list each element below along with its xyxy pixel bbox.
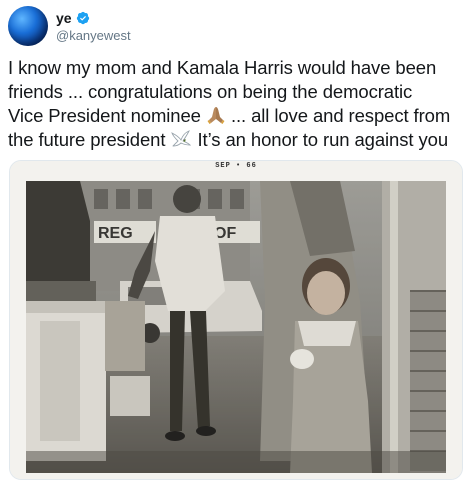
avatar[interactable] — [8, 6, 48, 46]
tweet-text-segment: ... all love and respect from — [230, 105, 451, 126]
tweet-header: ye @kanyewest — [8, 6, 448, 48]
handle[interactable]: @kanyewest — [56, 28, 131, 43]
tweet-text-segment: Vice President nominee — [8, 105, 201, 126]
tweet-text-line: Vice President nominee ... all love and … — [8, 104, 464, 128]
tweet-text-line: friends ... congratulations on being the… — [8, 81, 413, 102]
verified-badge-icon — [76, 11, 89, 25]
photo-date-stamp: SEP • 66 — [215, 162, 257, 170]
tweet-card: ye @kanyewest I know my mom and Kamala H… — [0, 0, 471, 487]
attached-photo[interactable]: REG OF SEP • 66 — [9, 160, 463, 480]
tweet-text: I know my mom and Kamala Harris would ha… — [8, 56, 464, 152]
tweet-text-segment: It’s an honor to run against you — [197, 129, 449, 150]
tweet-text-line: I know my mom and Kamala Harris would ha… — [8, 57, 437, 78]
dove-emoji — [171, 130, 192, 147]
vintage-photo-image: REG OF — [10, 161, 462, 479]
tweet-text-segment: the future president — [8, 129, 166, 150]
display-name[interactable]: ye — [56, 10, 72, 26]
author-names: ye @kanyewest — [56, 9, 131, 43]
folded-hands-emoji — [207, 107, 225, 124]
tweet-text-line: the future president It’s an honor to ru… — [8, 128, 464, 152]
